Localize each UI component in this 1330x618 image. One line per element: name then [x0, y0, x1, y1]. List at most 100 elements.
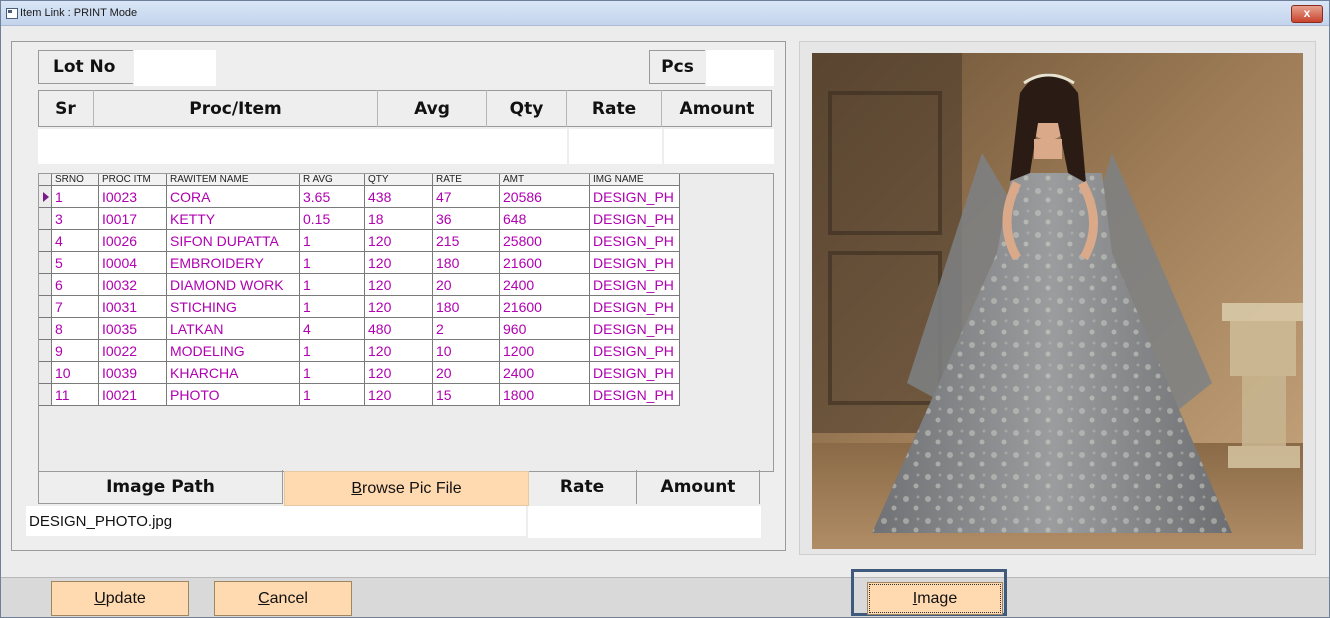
table-row[interactable]: 3 I0017 KETTY 0.15 18 36 648 DESIGN_PH	[39, 207, 680, 230]
cell-proc-itm[interactable]: I0004	[98, 251, 167, 274]
cell-amt[interactable]: 20586	[499, 185, 590, 208]
row-selector[interactable]	[39, 207, 52, 230]
image-button[interactable]: Image	[867, 582, 1003, 615]
cell-qty[interactable]: 120	[364, 361, 433, 384]
browse-pic-file-button[interactable]: Browse Pic File	[284, 471, 529, 506]
table-row[interactable]: 8 I0035 LATKAN 4 480 2 960 DESIGN_PH	[39, 317, 680, 340]
cell-img-name[interactable]: DESIGN_PH	[589, 361, 680, 384]
table-row[interactable]: 11 I0021 PHOTO 1 120 15 1800 DESIGN_PH	[39, 383, 680, 406]
cell-proc-itm[interactable]: I0039	[98, 361, 167, 384]
cell-amt[interactable]: 21600	[499, 295, 590, 318]
cell-r-avg[interactable]: 1	[299, 361, 365, 384]
cell-amt[interactable]: 1200	[499, 339, 590, 362]
close-button[interactable]: x	[1291, 5, 1323, 23]
cell-qty[interactable]: 120	[364, 229, 433, 252]
cell-amt[interactable]: 2400	[499, 361, 590, 384]
cell-qty[interactable]: 480	[364, 317, 433, 340]
cell-proc-itm[interactable]: I0032	[98, 273, 167, 296]
cell-srno[interactable]: 4	[51, 229, 99, 252]
table-row[interactable]: 4 I0026 SIFON DUPATTA 1 120 215 25800 DESIGN_PH	[39, 229, 680, 252]
cell-proc-itm[interactable]: I0023	[98, 185, 167, 208]
cell-rate[interactable]: 47	[432, 185, 500, 208]
cell-proc-itm[interactable]: I0022	[98, 339, 167, 362]
cell-r-avg[interactable]: 1	[299, 273, 365, 296]
cell-rate[interactable]: 180	[432, 251, 500, 274]
cell-rawitem-name[interactable]: MODELING	[166, 339, 300, 362]
cell-proc-itm[interactable]: I0026	[98, 229, 167, 252]
rate-input[interactable]	[569, 129, 662, 164]
cell-img-name[interactable]: DESIGN_PH	[589, 339, 680, 362]
cell-amt[interactable]: 1800	[499, 383, 590, 406]
cell-srno[interactable]: 9	[51, 339, 99, 362]
cell-img-name[interactable]: DESIGN_PH	[589, 295, 680, 318]
cell-rawitem-name[interactable]: KHARCHA	[166, 361, 300, 384]
lot-no-field[interactable]	[134, 50, 216, 86]
cell-srno[interactable]: 6	[51, 273, 99, 296]
table-row[interactable]: 5 I0004 EMBROIDERY 1 120 180 21600 DESIGN_PH	[39, 251, 680, 274]
row-selector[interactable]	[39, 251, 52, 274]
cell-rate[interactable]: 36	[432, 207, 500, 230]
image-path-field[interactable]: DESIGN_PHOTO.jpg	[26, 506, 526, 536]
cell-r-avg[interactable]: 1	[299, 339, 365, 362]
cell-rawitem-name[interactable]: STICHING	[166, 295, 300, 318]
cell-rate[interactable]: 2	[432, 317, 500, 340]
cell-r-avg[interactable]: 1	[299, 383, 365, 406]
cell-qty[interactable]: 120	[364, 251, 433, 274]
bottom-amount-field[interactable]	[637, 506, 761, 538]
cell-rate[interactable]: 20	[432, 361, 500, 384]
qty-input[interactable]	[487, 129, 567, 164]
cell-qty[interactable]: 120	[364, 295, 433, 318]
cell-rawitem-name[interactable]: PHOTO	[166, 383, 300, 406]
row-selector[interactable]	[39, 295, 52, 318]
cell-srno[interactable]: 11	[51, 383, 99, 406]
cell-r-avg[interactable]: 4	[299, 317, 365, 340]
row-selector[interactable]	[39, 383, 52, 406]
cell-srno[interactable]: 5	[51, 251, 99, 274]
bottom-rate-field[interactable]	[528, 506, 637, 538]
cell-rate[interactable]: 10	[432, 339, 500, 362]
cell-img-name[interactable]: DESIGN_PH	[589, 229, 680, 252]
cell-amt[interactable]: 960	[499, 317, 590, 340]
cell-proc-itm[interactable]: I0021	[98, 383, 167, 406]
cell-rate[interactable]: 215	[432, 229, 500, 252]
cell-r-avg[interactable]: 3.65	[299, 185, 365, 208]
cell-img-name[interactable]: DESIGN_PH	[589, 207, 680, 230]
table-row[interactable]: 6 I0032 DIAMOND WORK 1 120 20 2400 DESIGN_PH	[39, 273, 680, 296]
cell-img-name[interactable]: DESIGN_PH	[589, 273, 680, 296]
cell-amt[interactable]: 25800	[499, 229, 590, 252]
cell-rate[interactable]: 20	[432, 273, 500, 296]
amount-input[interactable]	[664, 129, 774, 164]
cell-rawitem-name[interactable]: SIFON DUPATTA	[166, 229, 300, 252]
cell-qty[interactable]: 18	[364, 207, 433, 230]
cell-rawitem-name[interactable]: DIAMOND WORK	[166, 273, 300, 296]
update-button[interactable]: Update	[51, 581, 189, 616]
row-selector[interactable]	[39, 185, 52, 208]
cell-amt[interactable]: 648	[499, 207, 590, 230]
row-selector[interactable]	[39, 317, 52, 340]
cell-r-avg[interactable]: 0.15	[299, 207, 365, 230]
cell-r-avg[interactable]: 1	[299, 295, 365, 318]
cancel-button[interactable]: Cancel	[214, 581, 352, 616]
pcs-field[interactable]	[706, 50, 774, 86]
cell-amt[interactable]: 21600	[499, 251, 590, 274]
table-row[interactable]: 10 I0039 KHARCHA 1 120 20 2400 DESIGN_PH	[39, 361, 680, 384]
cell-proc-itm[interactable]: I0031	[98, 295, 167, 318]
cell-rate[interactable]: 15	[432, 383, 500, 406]
cell-rawitem-name[interactable]: KETTY	[166, 207, 300, 230]
cell-rawitem-name[interactable]: CORA	[166, 185, 300, 208]
cell-qty[interactable]: 120	[364, 273, 433, 296]
cell-qty[interactable]: 120	[364, 383, 433, 406]
items-grid[interactable]: SRNO PROC ITM RAWITEM NAME R AVG QTY RAT…	[38, 173, 774, 472]
cell-img-name[interactable]: DESIGN_PH	[589, 185, 680, 208]
cell-amt[interactable]: 2400	[499, 273, 590, 296]
cell-srno[interactable]: 3	[51, 207, 99, 230]
cell-r-avg[interactable]: 1	[299, 251, 365, 274]
cell-img-name[interactable]: DESIGN_PH	[589, 317, 680, 340]
cell-srno[interactable]: 8	[51, 317, 99, 340]
cell-proc-itm[interactable]: I0017	[98, 207, 167, 230]
sr-input[interactable]	[38, 129, 94, 164]
table-row[interactable]: 9 I0022 MODELING 1 120 10 1200 DESIGN_PH	[39, 339, 680, 362]
cell-srno[interactable]: 10	[51, 361, 99, 384]
cell-rawitem-name[interactable]: EMBROIDERY	[166, 251, 300, 274]
cell-srno[interactable]: 7	[51, 295, 99, 318]
